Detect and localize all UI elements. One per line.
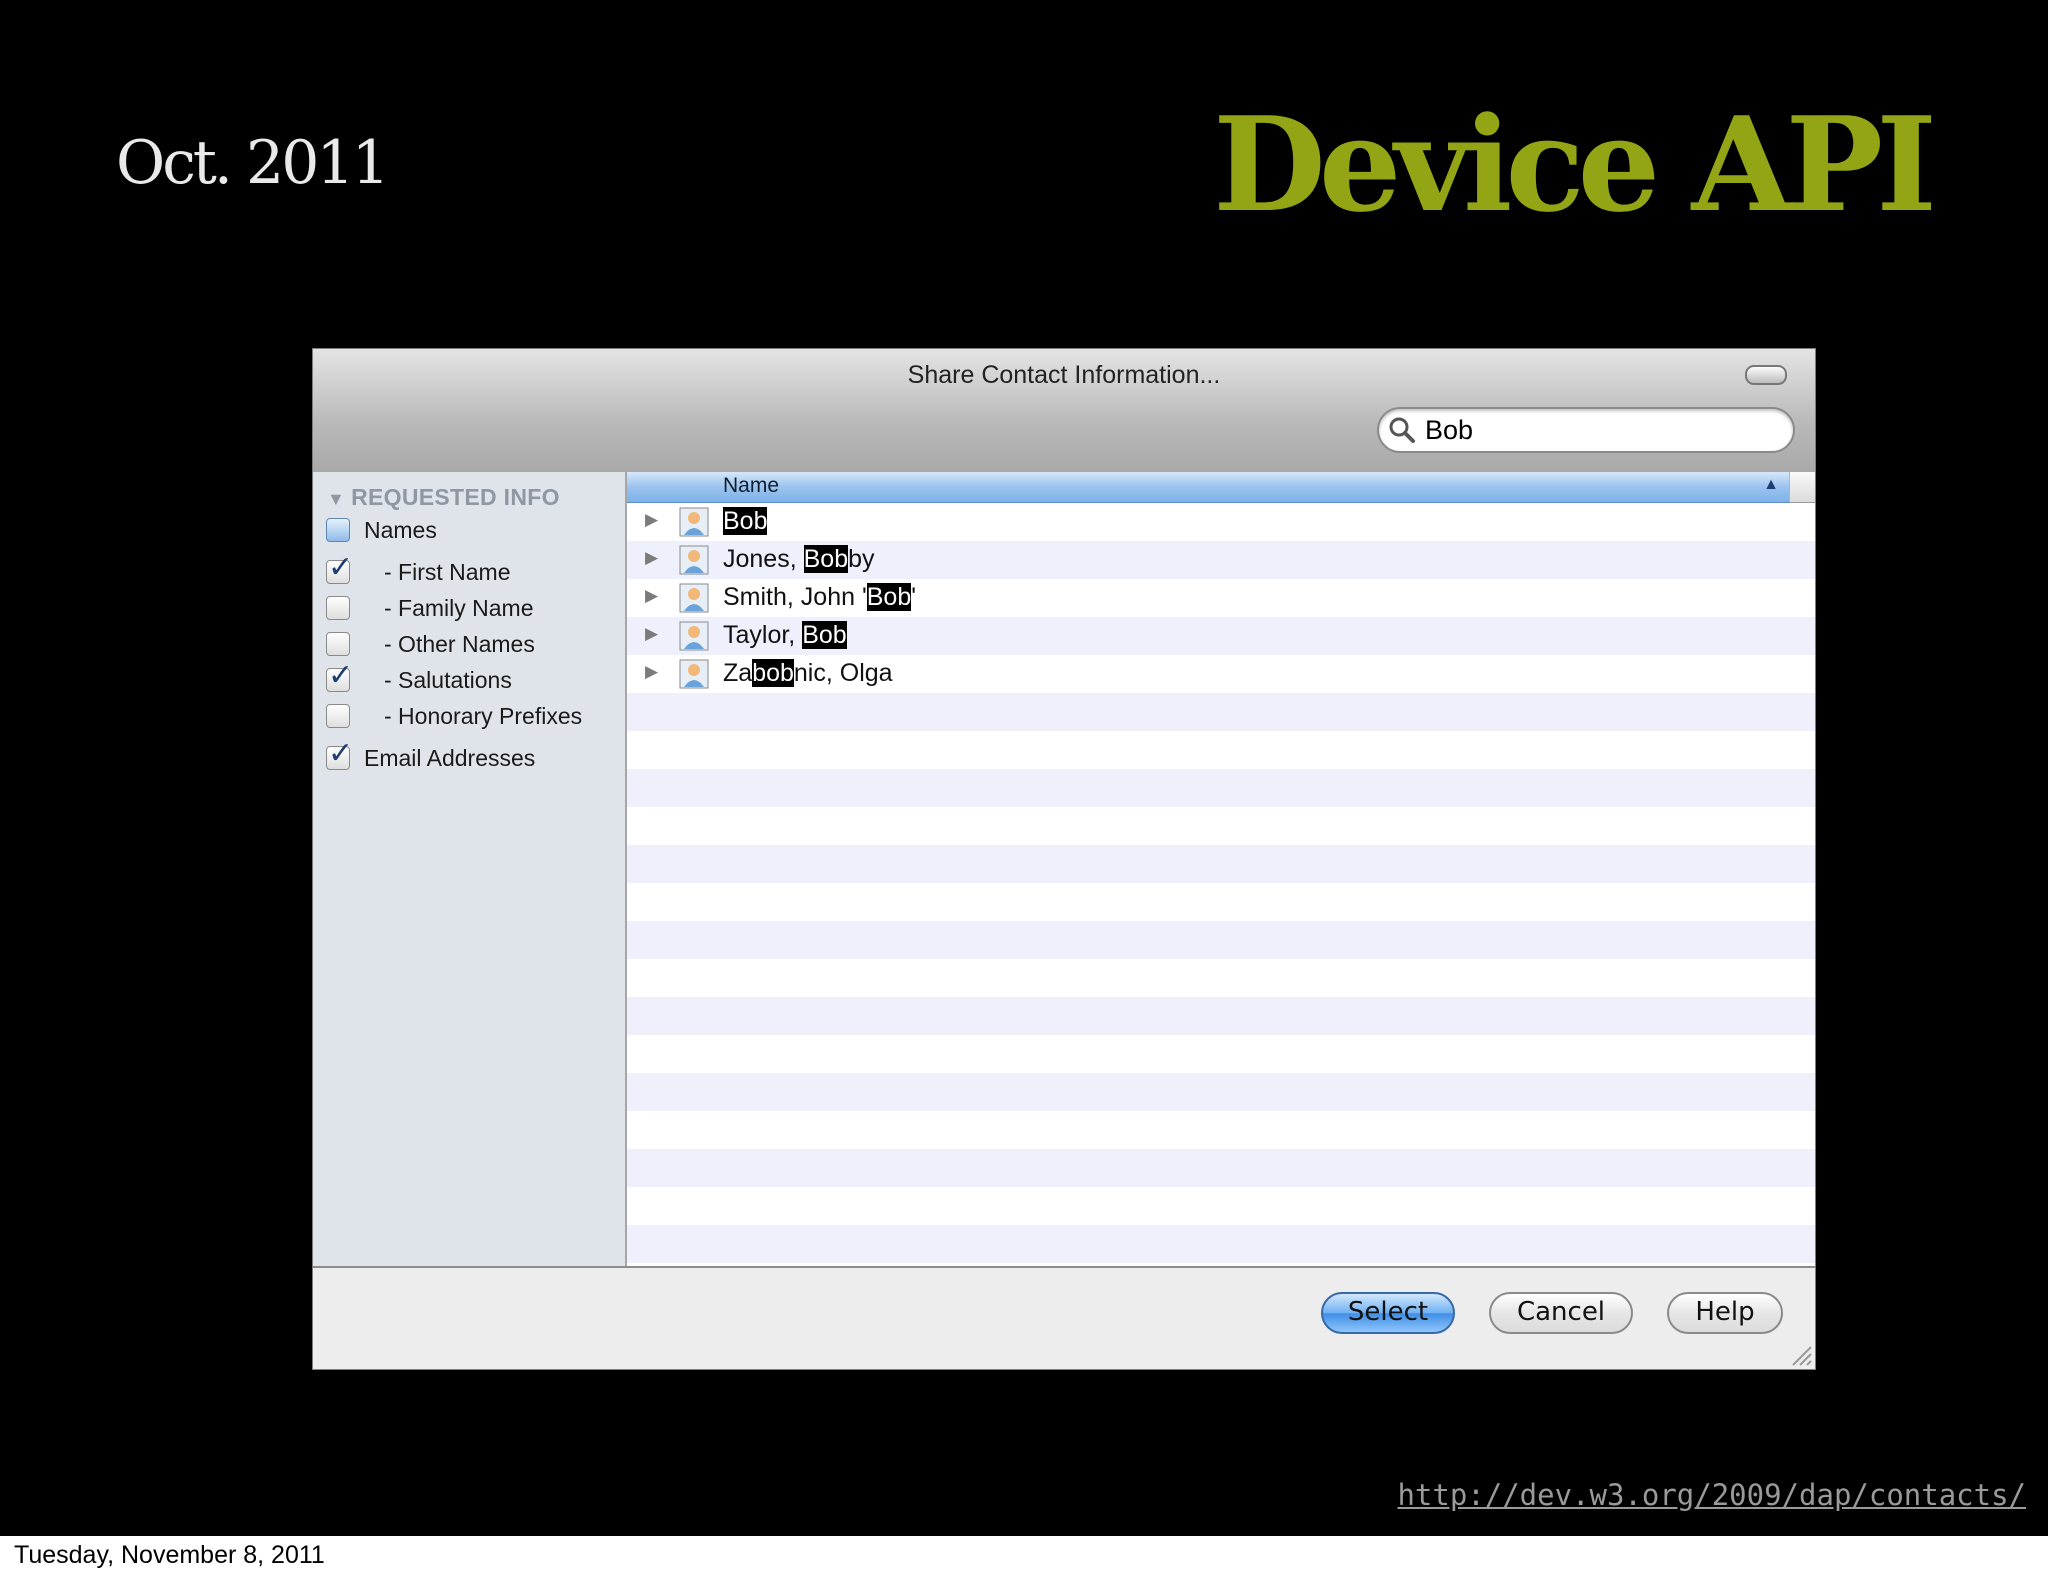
contact-name: Bob <box>723 507 768 535</box>
select-button[interactable]: Select <box>1321 1292 1455 1334</box>
cancel-button[interactable]: Cancel <box>1489 1292 1633 1334</box>
disclosure-triangle-icon[interactable]: ▶ <box>645 548 658 568</box>
contact-name: Smith, John 'Bob' <box>723 583 916 611</box>
resize-grip-icon[interactable] <box>1787 1341 1813 1367</box>
name-column-header[interactable]: Name ▲ <box>627 472 1789 503</box>
slide-date-label: Oct. 2011 <box>116 128 390 198</box>
contacts-spec-link[interactable]: http://dev.w3.org/2009/dap/contacts/ <box>1397 1478 2026 1512</box>
help-button[interactable]: Help <box>1667 1292 1783 1334</box>
slide-title: Device API <box>1213 88 1937 241</box>
contact-name: Zabobnic, Olga <box>723 659 893 687</box>
footer-date: Tuesday, November 8, 2011 <box>14 1541 325 1569</box>
checkbox-honorary-prefixes[interactable] <box>326 704 350 728</box>
requested-info-sidebar: ▼ REQUESTED INFO Names ✓ - First Name - F… <box>313 472 627 1266</box>
row-stripe <box>627 693 1815 731</box>
disclosure-triangle-icon[interactable]: ▶ <box>645 510 658 530</box>
contact-row[interactable]: ▶ Taylor, Bob <box>627 617 1815 655</box>
slide: Oct. 2011 Device API Share Contact Infor… <box>0 0 2048 1536</box>
contact-name: Taylor, Bob <box>723 621 847 649</box>
contact-row[interactable]: ▶ Jones, Bobby <box>627 541 1815 579</box>
checkbox-email-addresses[interactable]: ✓ <box>326 739 353 770</box>
checkbox-names[interactable] <box>326 518 350 542</box>
sidebar-item-label: Names <box>364 517 437 543</box>
disclosure-down-icon: ▼ <box>327 489 346 509</box>
contact-card-icon <box>679 545 709 575</box>
row-stripe <box>627 769 1815 807</box>
search-input[interactable] <box>1425 415 1775 445</box>
name-column-label: Name <box>723 474 780 497</box>
row-stripe <box>627 997 1815 1035</box>
search-field[interactable] <box>1377 407 1795 453</box>
toolbar-toggle-button[interactable] <box>1745 365 1787 385</box>
sidebar-item-label: - Other Names <box>384 631 535 657</box>
requested-info-header[interactable]: ▼ REQUESTED INFO <box>327 484 560 511</box>
disclosure-triangle-icon[interactable]: ▶ <box>645 586 658 606</box>
column-header-corner <box>1789 472 1815 503</box>
checkbox-other-names[interactable] <box>326 632 350 656</box>
sort-ascending-icon: ▲ <box>1763 476 1779 493</box>
contact-card-icon <box>679 507 709 537</box>
contact-row[interactable]: ▶ Bob <box>627 503 1815 541</box>
checkmark-icon: ✓ <box>328 736 354 771</box>
contact-card-icon <box>679 583 709 613</box>
checkbox-family-name[interactable] <box>326 596 350 620</box>
contact-row[interactable]: ▶ Zabobnic, Olga <box>627 655 1815 693</box>
contact-name: Jones, Bobby <box>723 545 875 573</box>
share-contact-dialog: Share Contact Information... ▼REQUESTED … <box>312 348 1816 1370</box>
magnifier-icon <box>1389 417 1415 443</box>
checkbox-salutations[interactable]: ✓ <box>326 661 353 692</box>
dialog-title: Share Contact Information... <box>907 361 1221 389</box>
disclosure-triangle-icon[interactable]: ▶ <box>645 662 658 682</box>
contact-list: Name ▲ ▶ Bob ▶ Jones, Bobby ▶ Smith, Joh… <box>627 472 1815 1266</box>
checkmark-icon: ✓ <box>328 550 354 585</box>
row-stripe <box>627 1149 1815 1187</box>
contact-card-icon <box>679 621 709 651</box>
sidebar-item-label: Email Addresses <box>364 745 536 771</box>
requested-info-header-label: REQUESTED INFO <box>351 484 560 510</box>
sidebar-item-label: - Salutations <box>384 667 512 693</box>
dialog-titlebar: Share Contact Information... <box>313 349 1815 473</box>
dialog-button-bar: Select Cancel Help <box>313 1266 1815 1369</box>
row-stripe <box>627 1225 1815 1263</box>
row-stripe <box>627 921 1815 959</box>
row-stripe <box>627 845 1815 883</box>
row-stripe <box>627 1073 1815 1111</box>
sidebar-item-label: - Family Name <box>384 595 534 621</box>
contact-row[interactable]: ▶ Smith, John 'Bob' <box>627 579 1815 617</box>
sidebar-item-label: - First Name <box>384 559 511 585</box>
contact-card-icon <box>679 659 709 689</box>
sidebar-item-label: - Honorary Prefixes <box>384 703 583 729</box>
checkbox-first-name[interactable]: ✓ <box>326 553 353 584</box>
disclosure-triangle-icon[interactable]: ▶ <box>645 624 658 644</box>
checkmark-icon: ✓ <box>328 658 354 693</box>
